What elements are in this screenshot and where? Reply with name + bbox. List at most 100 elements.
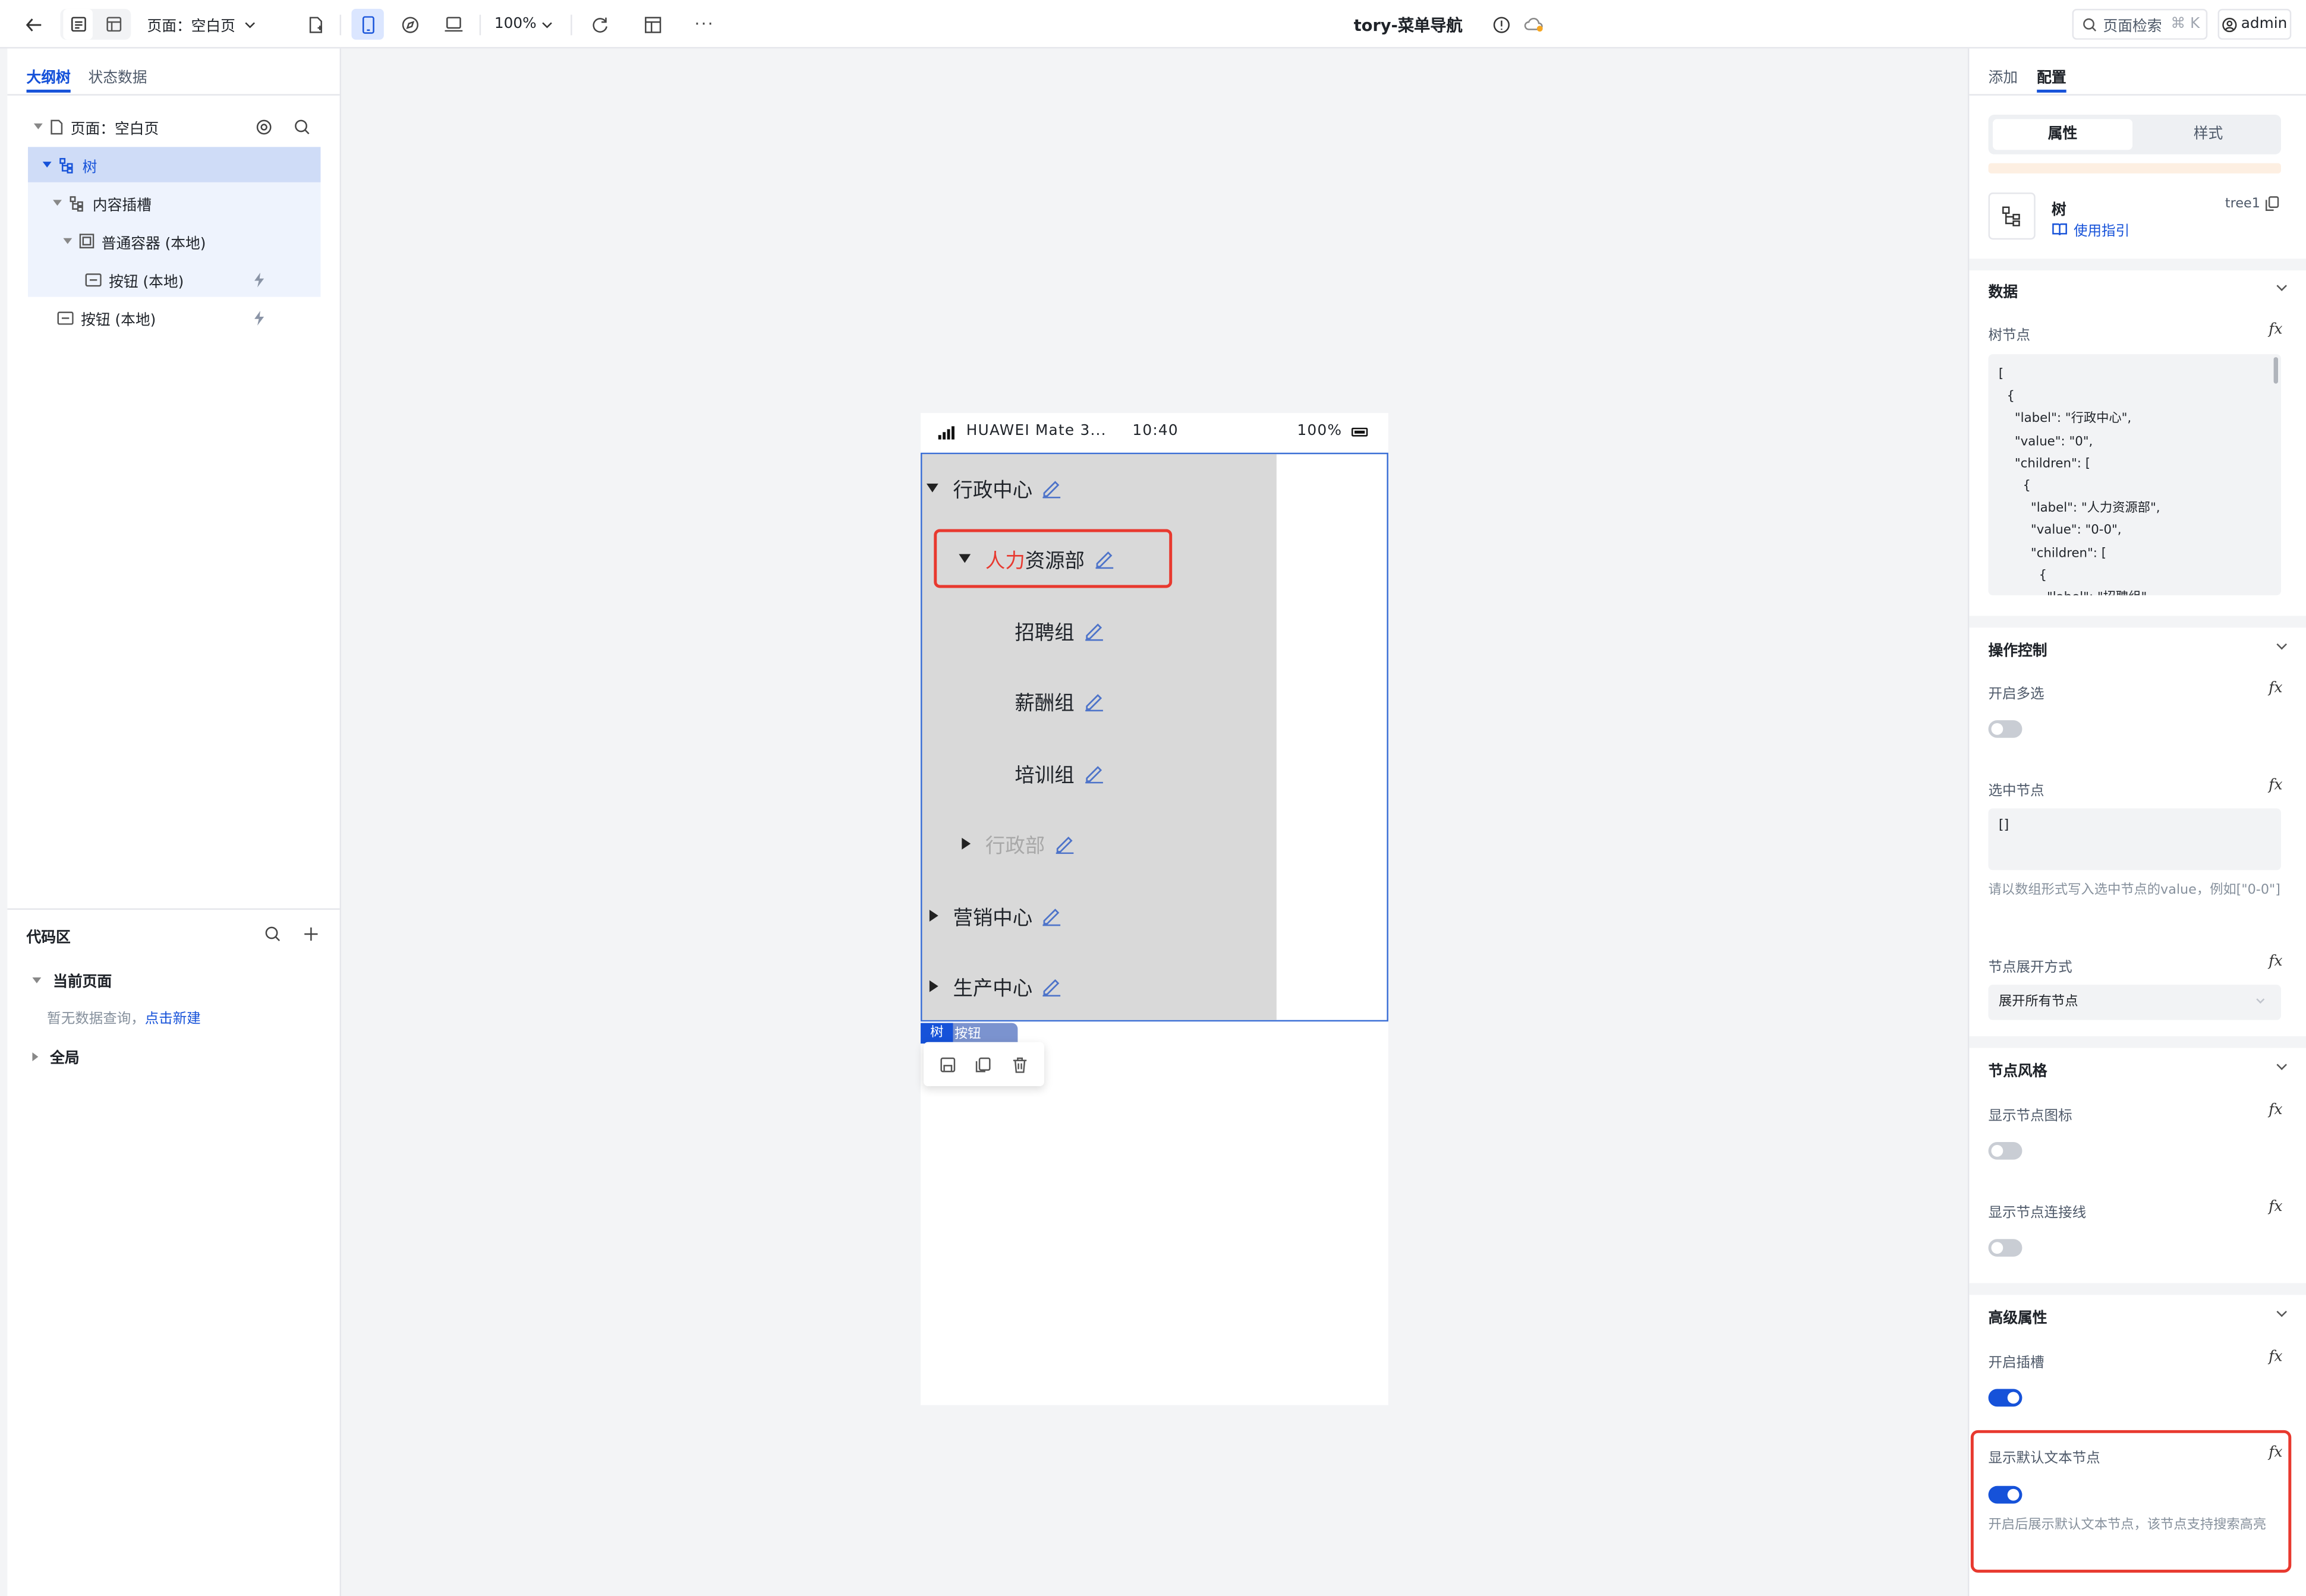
tab-config[interactable]: 配置 — [2037, 65, 2066, 87]
edit-icon[interactable] — [1054, 834, 1075, 854]
save-icon[interactable] — [940, 1056, 956, 1072]
code-current-page[interactable]: 当前页面 — [32, 969, 112, 991]
tree-node[interactable]: 招聘组 — [1015, 614, 1104, 646]
lightning-icon[interactable] — [251, 310, 266, 326]
mini-program-view-button[interactable] — [394, 9, 426, 40]
edit-icon[interactable] — [1041, 976, 1062, 997]
plus-icon[interactable] — [303, 926, 319, 942]
button-icon — [57, 311, 74, 324]
info-icon — [1493, 15, 1511, 33]
show-icon-switch[interactable] — [1988, 1141, 2023, 1160]
tab-outline[interactable]: 大纲树 — [27, 65, 71, 87]
phone-preview: HUAWEI Mate 3... 10:40 100% 行政中心 人力 资源部 招… — [921, 413, 1388, 1405]
settings-icon[interactable] — [256, 118, 272, 134]
fx-icon[interactable]: fx — [2269, 1199, 2282, 1215]
show-line-switch[interactable] — [1988, 1239, 2023, 1257]
back-button[interactable] — [18, 9, 50, 40]
page-selector-label: 页面：空白页 — [147, 19, 235, 36]
page-selector[interactable]: 页面：空白页 — [147, 9, 264, 40]
chevron-down-icon[interactable] — [2276, 1306, 2287, 1317]
refresh-button[interactable] — [584, 9, 616, 40]
table-layout-icon — [644, 15, 662, 33]
fx-icon[interactable]: fx — [2269, 1445, 2282, 1461]
outline-item-button[interactable]: 按钮 (本地) — [28, 300, 320, 335]
segment-styles[interactable]: 样式 — [2138, 119, 2278, 150]
desktop-view-button[interactable] — [437, 9, 469, 40]
edit-icon[interactable] — [1094, 548, 1114, 569]
selected-nodes-input[interactable]: [] — [1988, 808, 2281, 870]
outline-label: 树 — [82, 159, 97, 176]
fx-icon[interactable]: fx — [2269, 1349, 2282, 1365]
more-button[interactable]: ··· — [688, 9, 720, 40]
selected-nodes-label: 选中节点 — [1988, 783, 2044, 800]
mobile-view-button[interactable] — [351, 8, 384, 40]
edit-icon[interactable] — [1083, 620, 1104, 641]
tree-node-disabled[interactable]: 行政部 — [962, 828, 1074, 860]
segment-attributes[interactable]: 属性 — [1992, 119, 2133, 150]
status-time: 10:40 — [1132, 423, 1179, 440]
edit-icon[interactable] — [1041, 478, 1062, 499]
edit-icon[interactable] — [1041, 906, 1062, 926]
enable-slot-switch[interactable] — [1988, 1389, 2023, 1407]
fx-icon[interactable]: fx — [2269, 1102, 2282, 1118]
tree-node-label: 资源部 — [1025, 550, 1085, 573]
new-page-button[interactable] — [300, 9, 329, 40]
tree-nodes-code: [ { "label": "行政中心", "value": "0", "chil… — [1998, 367, 2160, 595]
cloud-status — [1519, 9, 1548, 40]
tree-node-label: 生产中心 — [953, 977, 1033, 1001]
fx-icon[interactable]: fx — [2269, 322, 2282, 338]
page-icon — [50, 118, 63, 134]
tree-node[interactable]: 行政中心 — [926, 472, 1062, 504]
code-global[interactable]: 全局 — [32, 1045, 80, 1067]
outline-label: 页面：空白页 — [70, 121, 159, 138]
section-node-style-title: 节点风格 — [1988, 1064, 2047, 1081]
fx-icon[interactable]: fx — [2269, 778, 2282, 794]
lightning-icon[interactable] — [251, 271, 266, 287]
chevron-down-icon[interactable] — [2276, 1059, 2287, 1070]
page-search-button[interactable]: 页面检索 ⌘ K — [2072, 8, 2208, 40]
page-view-button[interactable] — [63, 8, 93, 40]
copy-icon[interactable] — [976, 1056, 992, 1072]
tree-node[interactable]: 营销中心 — [929, 900, 1062, 932]
info-button[interactable] — [1488, 9, 1515, 40]
show-default-text-switch[interactable] — [1988, 1485, 2023, 1504]
signal-icon — [938, 426, 954, 440]
tree-nodes-editor[interactable]: [ { "label": "行政中心", "value": "0", "chil… — [1988, 354, 2281, 595]
template-button[interactable] — [637, 9, 669, 40]
tree-icon — [59, 156, 75, 173]
tree-node[interactable]: 生产中心 — [929, 970, 1062, 1002]
outline-label: 普通容器 (本地) — [101, 236, 206, 253]
tree-node[interactable]: 薪酬组 — [1015, 685, 1104, 717]
outline-item-tree[interactable]: 树 — [28, 147, 321, 182]
tab-add[interactable]: 添加 — [1989, 65, 2018, 87]
edit-icon[interactable] — [1083, 763, 1104, 784]
tree-node[interactable]: 人力 资源部 — [959, 542, 1114, 575]
layout-view-button[interactable] — [99, 9, 128, 40]
expand-mode-select[interactable]: 展开所有节点 — [1988, 985, 2281, 1020]
fx-icon[interactable]: fx — [2269, 680, 2282, 696]
outline-item-container[interactable]: 普通容器 (本地) — [28, 223, 320, 258]
tree-node[interactable]: 培训组 — [1015, 757, 1104, 789]
user-menu[interactable]: admin — [2217, 8, 2292, 40]
fx-icon[interactable]: fx — [2269, 954, 2282, 970]
caret-right-icon — [32, 1051, 39, 1061]
search-icon[interactable] — [294, 118, 310, 134]
global-label: 全局 — [50, 1051, 80, 1067]
copy-icon[interactable] — [2265, 195, 2280, 212]
chevron-down-icon[interactable] — [2276, 639, 2287, 650]
multi-select-switch[interactable] — [1988, 720, 2023, 738]
outline-item-button-nested[interactable]: 按钮 (本地) — [28, 261, 320, 297]
delete-icon[interactable] — [1012, 1056, 1028, 1073]
outline-item-content-slot[interactable]: 内容插槽 — [28, 185, 320, 220]
tab-state-data[interactable]: 状态数据 — [88, 65, 147, 87]
scrollbar-thumb[interactable] — [2273, 357, 2279, 384]
outline-item-page[interactable]: 页面：空白页 — [28, 109, 320, 144]
zoom-select[interactable]: 100% — [491, 9, 556, 40]
create-link[interactable]: 点击新建 — [145, 1011, 201, 1027]
chevron-down-icon[interactable] — [2276, 280, 2287, 291]
edit-icon[interactable] — [1083, 691, 1104, 712]
usage-guide-link[interactable]: 使用指引 — [2052, 219, 2129, 239]
caret-down-icon — [42, 162, 52, 168]
search-icon[interactable] — [264, 926, 281, 942]
show-line-label: 显示节点连接线 — [1988, 1205, 2087, 1222]
